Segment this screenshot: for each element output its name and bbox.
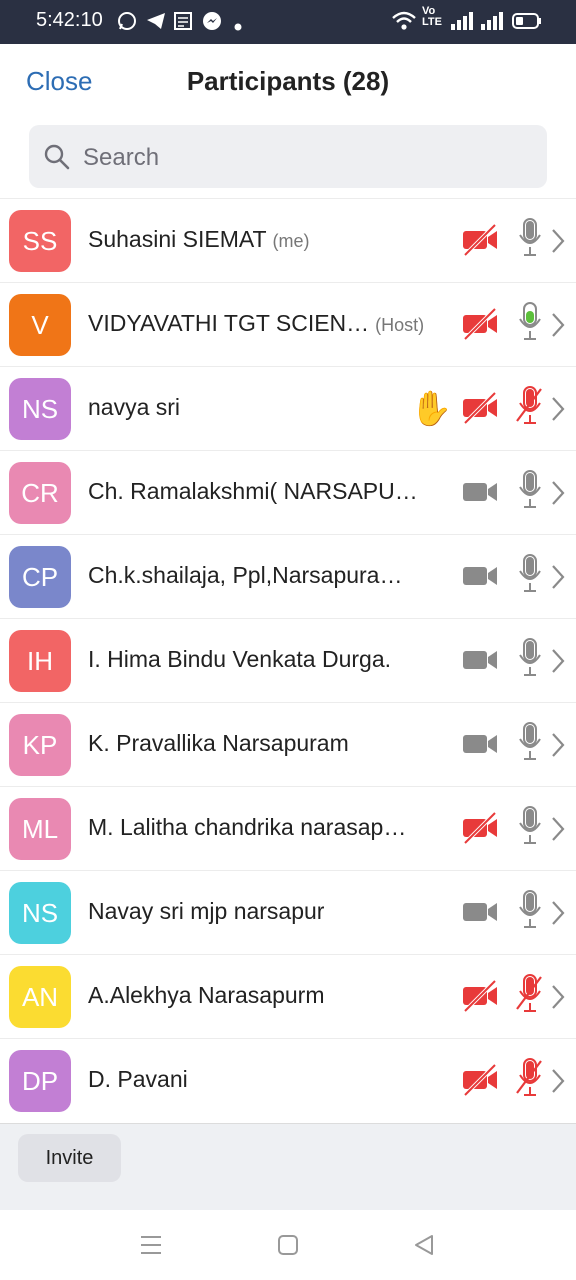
video-off-icon	[461, 811, 499, 850]
video-off-icon	[461, 1063, 499, 1102]
battery-icon	[512, 13, 542, 34]
video-on-icon	[461, 727, 499, 766]
video-on-icon	[461, 643, 499, 682]
chevron-right-icon	[550, 311, 566, 344]
menu-icon[interactable]	[140, 1234, 162, 1261]
avatar: DP	[9, 1050, 71, 1112]
mic-icon	[515, 553, 545, 600]
home-square-icon[interactable]	[277, 1234, 299, 1261]
participant-name: VIDYAVATHI TGT SCIEN… (Host)	[88, 310, 425, 336]
video-on-icon	[461, 475, 499, 514]
chevron-right-icon	[550, 983, 566, 1016]
participant-row[interactable]: NS navya sri ✋	[0, 366, 576, 450]
participant-tag: (Host)	[375, 315, 425, 335]
chevron-right-icon	[550, 395, 566, 428]
mic-icon	[515, 301, 545, 348]
avatar: NS	[9, 882, 71, 944]
back-triangle-icon[interactable]	[413, 1234, 435, 1261]
participant-name: Navay sri mjp narsapur	[88, 898, 325, 924]
chevron-right-icon	[550, 563, 566, 596]
footer-bar: Invite	[0, 1123, 576, 1211]
avatar: AN	[9, 966, 71, 1028]
messenger-icon	[201, 10, 223, 37]
avatar: CR	[9, 462, 71, 524]
participant-name: M. Lalitha chandrika narasap…	[88, 814, 407, 840]
search-icon	[44, 144, 70, 170]
participant-list: SS Suhasini SIEMAT (me) V VIDYAVATHI TGT SCI…	[0, 198, 576, 1122]
mic-muted-icon	[515, 385, 545, 432]
mic-icon	[515, 889, 545, 936]
search-area: Search	[0, 117, 576, 198]
participant-row[interactable]: KP K. Pravallika Narsapuram	[0, 702, 576, 786]
signal-icon	[450, 10, 474, 37]
participant-name: D. Pavani	[88, 1066, 188, 1092]
chevron-right-icon	[550, 227, 566, 260]
raised-hand-icon: ✋	[410, 390, 453, 428]
mic-icon	[515, 637, 545, 684]
mic-muted-icon	[515, 1057, 545, 1104]
status-time: 5:42:10	[36, 9, 103, 31]
participant-row[interactable]: V VIDYAVATHI TGT SCIEN… (Host)	[0, 282, 576, 366]
mic-icon	[515, 721, 545, 768]
chevron-right-icon	[550, 899, 566, 932]
video-on-icon	[461, 559, 499, 598]
wifi-icon	[391, 10, 417, 37]
news-icon	[173, 10, 193, 37]
video-off-icon	[461, 223, 499, 262]
avatar: KP	[9, 714, 71, 776]
participant-name: Ch.k.shailaja, Ppl,Narsapura…	[88, 562, 403, 588]
participant-tag: (me)	[272, 231, 310, 251]
participant-name: Ch. Ramalakshmi( NARSAPU…	[88, 478, 418, 504]
header-bar: Close Participants (28)	[0, 44, 576, 117]
invite-button[interactable]: Invite	[18, 1134, 121, 1182]
video-on-icon	[461, 895, 499, 934]
chevron-right-icon	[550, 815, 566, 848]
system-nav-bar	[0, 1210, 576, 1280]
avatar: V	[9, 294, 71, 356]
mic-icon	[515, 217, 545, 264]
mic-icon	[515, 805, 545, 852]
participant-name: navya sri	[88, 394, 181, 420]
telegram-icon	[145, 10, 167, 37]
participant-name: Suhasini SIEMAT (me)	[88, 226, 310, 252]
chevron-right-icon	[550, 479, 566, 512]
participant-row[interactable]: AN A.Alekhya Narasapurm	[0, 954, 576, 1038]
participant-row[interactable]: IH I. Hima Bindu Venkata Durga.	[0, 618, 576, 702]
avatar: ML	[9, 798, 71, 860]
participant-name: A.Alekhya Narasapurm	[88, 982, 325, 1008]
video-off-icon	[461, 391, 499, 430]
video-off-icon	[461, 307, 499, 346]
mic-icon	[515, 469, 545, 516]
participant-row[interactable]: CP Ch.k.shailaja, Ppl,Narsapura…	[0, 534, 576, 618]
mic-muted-icon	[515, 973, 545, 1020]
search-placeholder: Search	[83, 144, 160, 171]
participant-row[interactable]: CR Ch. Ramalakshmi( NARSAPU…	[0, 450, 576, 534]
volte-icon: Vo LTE	[422, 5, 442, 28]
signal-icon	[480, 10, 504, 37]
search-input[interactable]: Search	[29, 125, 547, 188]
chevron-right-icon	[550, 731, 566, 764]
page-title: Participants (28)	[186, 66, 390, 96]
participant-row[interactable]: SS Suhasini SIEMAT (me)	[0, 198, 576, 282]
avatar: NS	[9, 378, 71, 440]
participant-row[interactable]: DP D. Pavani	[0, 1038, 576, 1122]
status-bar: 5:42:10 Vo LTE	[0, 0, 576, 44]
avatar: CP	[9, 546, 71, 608]
participant-name: I. Hima Bindu Venkata Durga.	[88, 646, 391, 672]
avatar: SS	[9, 210, 71, 272]
whatsapp-icon	[116, 10, 138, 37]
chevron-right-icon	[550, 1067, 566, 1100]
participant-row[interactable]: NS Navay sri mjp narsapur	[0, 870, 576, 954]
video-off-icon	[461, 979, 499, 1018]
chevron-right-icon	[550, 647, 566, 680]
participant-row[interactable]: ML M. Lalitha chandrika narasap…	[0, 786, 576, 870]
avatar: IH	[9, 630, 71, 692]
dot-icon	[234, 18, 242, 36]
participant-name: K. Pravallika Narsapuram	[88, 730, 349, 756]
